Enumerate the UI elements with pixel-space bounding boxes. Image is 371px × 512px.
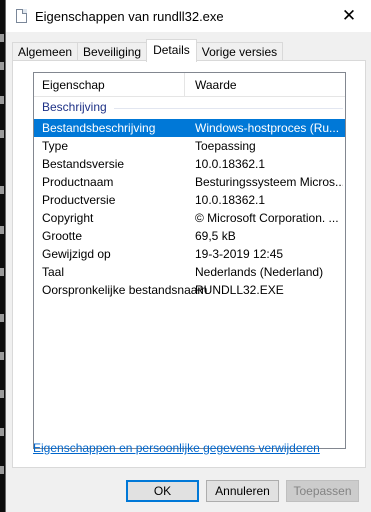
- details-list[interactable]: Eigenschap Waarde Beschrijving Bestandsb…: [33, 72, 346, 449]
- apply-button[interactable]: Toepassen: [286, 480, 359, 502]
- property-name: Productnaam: [42, 175, 114, 189]
- tab-beveiliging[interactable]: Beveiliging: [77, 42, 148, 62]
- remove-properties-link[interactable]: Eigenschappen en persoonlijke gegevens v…: [33, 441, 320, 455]
- cancel-button[interactable]: Annuleren: [206, 480, 279, 502]
- tab-details[interactable]: Details: [146, 39, 197, 62]
- column-header-waarde[interactable]: Waarde: [195, 73, 237, 96]
- tab-strip: Algemeen Beveiliging Details Vorige vers…: [12, 39, 284, 62]
- list-header: Eigenschap Waarde: [34, 73, 345, 97]
- property-name: Productversie: [42, 193, 116, 207]
- property-name: Taal: [42, 265, 65, 279]
- property-value: Nederlands (Nederland): [195, 265, 324, 279]
- property-name: Bestandsbeschrijving: [42, 121, 156, 135]
- details-panel: Eigenschap Waarde Beschrijving Bestandsb…: [12, 60, 366, 468]
- table-row[interactable]: Grootte 69,5 kB: [34, 227, 345, 245]
- property-value: 19-3-2019 12:45: [195, 247, 284, 261]
- close-button[interactable]: ✕: [327, 0, 371, 32]
- table-row[interactable]: Taal Nederlands (Nederland): [34, 263, 345, 281]
- group-divider: [114, 108, 343, 109]
- property-name: Grootte: [42, 229, 83, 243]
- property-value: 10.0.18362.1: [195, 193, 266, 207]
- close-icon: ✕: [341, 6, 357, 25]
- group-header: Beschrijving: [34, 97, 345, 117]
- table-row[interactable]: Copyright © Microsoft Corporation. ...: [34, 209, 345, 227]
- table-row[interactable]: Productversie 10.0.18362.1: [34, 191, 345, 209]
- column-divider[interactable]: [184, 73, 185, 96]
- property-name: Bestandsversie: [42, 157, 125, 171]
- table-row[interactable]: Type Toepassing: [34, 137, 345, 155]
- table-row[interactable]: Bestandsbeschrijving Windows-hostproces (…: [34, 119, 345, 137]
- table-row[interactable]: Oorspronkelijke bestandsnaam RUNDLL32.EXE: [34, 281, 345, 299]
- table-row[interactable]: Productnaam Besturingssysteem Micros...: [34, 173, 345, 191]
- window-title: Eigenschappen van rundll32.exe: [35, 9, 224, 24]
- properties-dialog: Eigenschappen van rundll32.exe ✕ Algemee…: [5, 0, 371, 512]
- table-row[interactable]: Bestandsversie 10.0.18362.1: [34, 155, 345, 173]
- table-row[interactable]: Gewijzigd op 19-3-2019 12:45: [34, 245, 345, 263]
- tab-vorige-versies[interactable]: Vorige versies: [195, 42, 284, 62]
- property-name: Gewijzigd op: [42, 247, 111, 261]
- file-icon: [16, 9, 27, 23]
- group-label: Beschrijving: [42, 100, 107, 114]
- title-bar: Eigenschappen van rundll32.exe ✕: [6, 0, 371, 32]
- property-value: © Microsoft Corporation. ...: [195, 211, 339, 225]
- property-name: Copyright: [42, 211, 94, 225]
- property-value: 69,5 kB: [195, 229, 236, 243]
- column-header-eigenschap[interactable]: Eigenschap: [42, 73, 105, 96]
- property-value: Toepassing: [195, 139, 256, 153]
- property-value: Besturingssysteem Micros...: [195, 175, 343, 189]
- property-value: 10.0.18362.1: [195, 157, 266, 171]
- tab-algemeen[interactable]: Algemeen: [12, 42, 79, 62]
- property-name: Oorspronkelijke bestandsnaam: [42, 283, 208, 297]
- property-value: RUNDLL32.EXE: [195, 283, 284, 297]
- property-value: Windows-hostproces (Ru...: [195, 121, 340, 135]
- property-name: Type: [42, 139, 69, 153]
- ok-button[interactable]: OK: [126, 480, 199, 502]
